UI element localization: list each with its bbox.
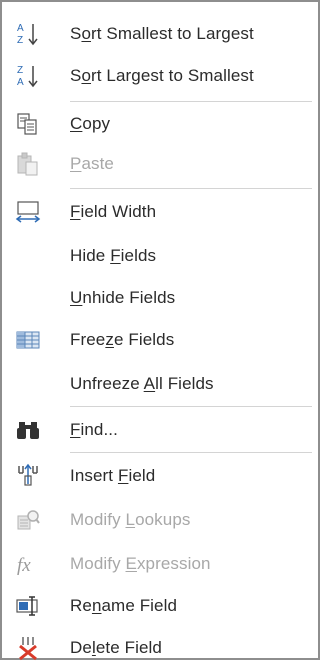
find-item[interactable]: Find... bbox=[2, 412, 318, 448]
menu-item-label: Hide Fields bbox=[70, 246, 157, 265]
menu-item-label: Sort Smallest to Largest bbox=[70, 24, 254, 43]
fx-glyph: fx bbox=[17, 555, 31, 576]
sort-desc-top-letter: Z bbox=[17, 65, 23, 76]
rename-field-item[interactable]: Rename Field bbox=[2, 588, 318, 624]
menu-item-label: Unfreeze All Fields bbox=[70, 374, 214, 393]
menu-item-label: Freeze Fields bbox=[70, 330, 175, 349]
modify-lookups-item[interactable]: Modify Lookups bbox=[2, 502, 318, 538]
menu-item-label: Modify Expression bbox=[70, 554, 211, 573]
copy-item[interactable]: Copy bbox=[2, 106, 318, 142]
sort-smallest-to-largest-item[interactable]: A Z Sort Smallest to Largest bbox=[2, 16, 318, 52]
unfreeze-all-fields-item[interactable]: Unfreeze All Fields bbox=[2, 366, 318, 402]
menu-item-label: Field Width bbox=[70, 202, 157, 221]
modify-expression-item[interactable]: fx Modify Expression bbox=[2, 546, 318, 582]
sort-largest-to-smallest-item[interactable]: Z A Sort Largest to Smallest bbox=[2, 58, 318, 94]
copy-icon bbox=[14, 110, 42, 138]
delete-field-icon bbox=[14, 634, 42, 662]
menu-item-label: Insert Field bbox=[70, 466, 156, 485]
menu-item-label: Paste bbox=[70, 154, 114, 173]
unhide-fields-item[interactable]: Unhide Fields bbox=[2, 280, 318, 316]
sort-asc-top-letter: A bbox=[17, 23, 24, 34]
delete-field-item[interactable]: Delete Field bbox=[2, 630, 318, 666]
freeze-fields-item[interactable]: Freeze Fields bbox=[2, 322, 318, 358]
menu-item-label: Delete Field bbox=[70, 638, 162, 657]
insert-field-icon bbox=[14, 462, 42, 490]
sort-descending-icon: Z A bbox=[14, 62, 42, 90]
modify-lookups-icon bbox=[14, 506, 42, 534]
separator bbox=[70, 406, 312, 407]
fx-icon: fx bbox=[14, 550, 42, 578]
menu-item-label: Copy bbox=[70, 114, 111, 133]
separator bbox=[70, 188, 312, 189]
paste-icon bbox=[14, 150, 42, 178]
sort-ascending-icon: A Z bbox=[14, 20, 42, 48]
paste-item[interactable]: Paste bbox=[2, 146, 318, 182]
separator bbox=[70, 452, 312, 453]
hide-fields-item[interactable]: Hide Fields bbox=[2, 238, 318, 274]
sort-asc-bottom-letter: Z bbox=[17, 35, 23, 46]
rename-field-icon bbox=[14, 592, 42, 620]
context-menu: A Z Sort Smallest to Largest Z A Sort La… bbox=[0, 0, 320, 661]
menu-item-label: Rename Field bbox=[70, 596, 178, 615]
separator bbox=[70, 101, 312, 102]
freeze-grid-icon bbox=[14, 326, 42, 354]
insert-field-item[interactable]: Insert Field bbox=[2, 458, 318, 494]
menu-item-label: Find... bbox=[70, 420, 118, 439]
field-width-icon bbox=[14, 198, 42, 226]
menu-item-label: Modify Lookups bbox=[70, 510, 191, 529]
menu-item-label: Sort Largest to Smallest bbox=[70, 66, 254, 85]
field-width-item[interactable]: Field Width bbox=[2, 194, 318, 230]
menu-item-label: Unhide Fields bbox=[70, 288, 176, 307]
sort-desc-bottom-letter: A bbox=[17, 77, 24, 88]
binoculars-icon bbox=[14, 416, 42, 444]
